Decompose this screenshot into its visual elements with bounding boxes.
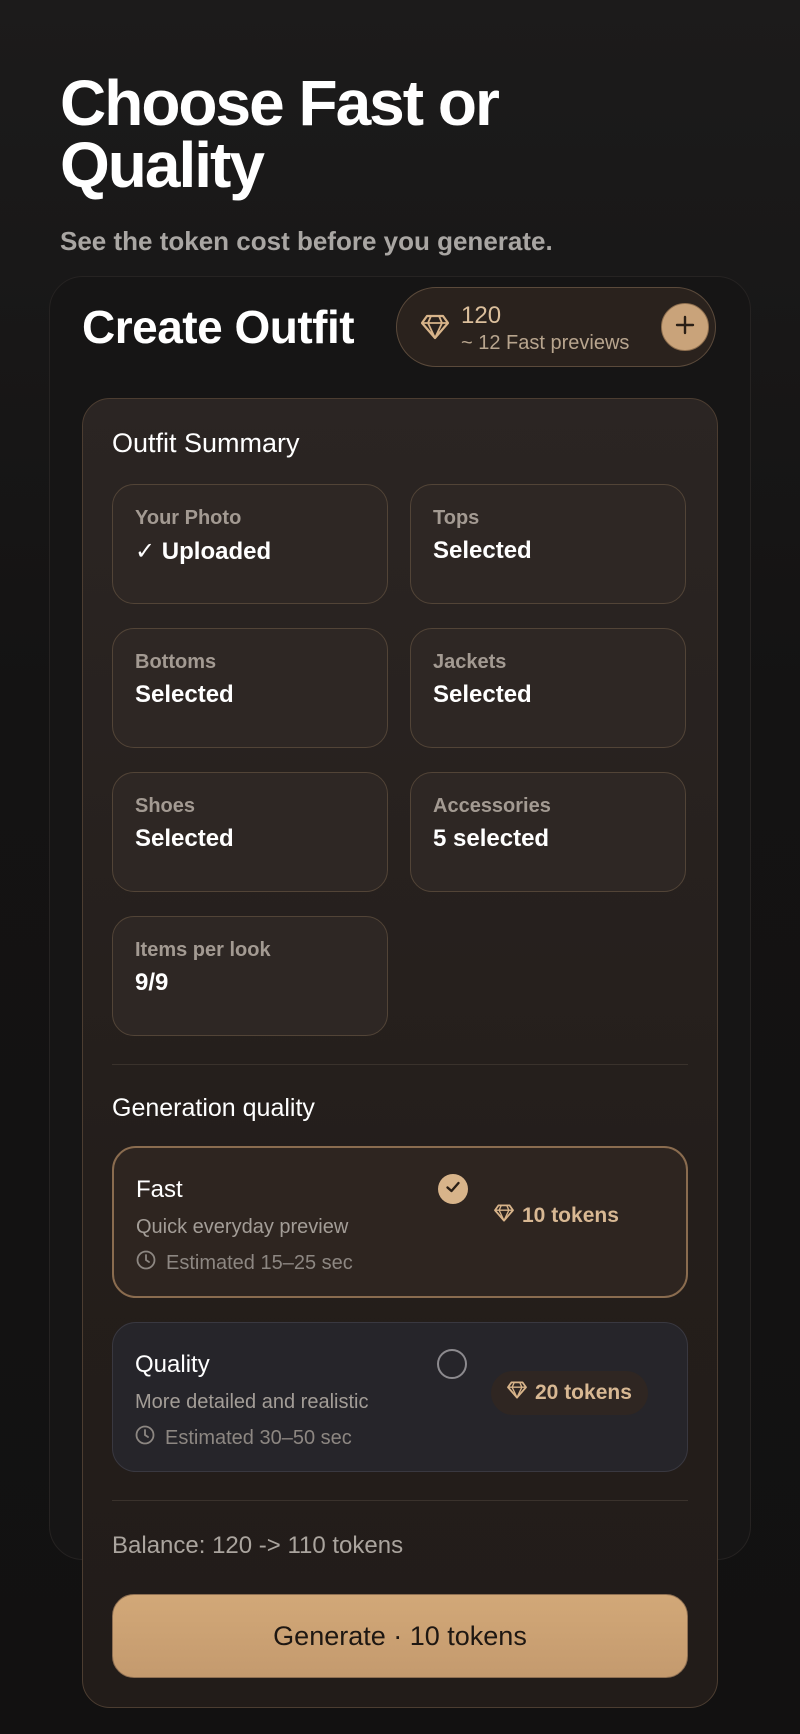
summary-tile-bottoms[interactable]: Bottoms Selected [112, 628, 388, 748]
screen-title: Create Outfit [82, 301, 355, 353]
tile-label: Jackets [433, 651, 507, 673]
clock-icon [135, 1425, 155, 1451]
tile-label: Tops [433, 507, 480, 529]
cost-text: 20 tokens [535, 1381, 632, 1404]
token-balance-note: ~ 12 Fast previews [461, 332, 630, 354]
divider [112, 1064, 688, 1065]
option-estimate: Estimated 15–25 sec [136, 1250, 353, 1276]
tile-value: Selected [135, 825, 234, 852]
tile-value: Selected [433, 681, 532, 708]
summary-tile-shoes[interactable]: Shoes Selected [112, 772, 388, 892]
radio-selected[interactable] [438, 1174, 468, 1204]
tile-value: Selected [135, 681, 234, 708]
tile-value: 5 selected [433, 825, 550, 852]
option-description: Quick everyday preview [136, 1216, 349, 1238]
option-name: Fast [136, 1176, 183, 1203]
hero-subtitle: See the token cost before you generate. [60, 226, 553, 256]
diamond-icon [507, 1381, 527, 1405]
tile-label: Shoes [135, 795, 196, 817]
tile-label: Accessories [433, 795, 551, 817]
summary-tile-accessories[interactable]: Accessories 5 selected [410, 772, 686, 892]
quality-option-fast[interactable]: Fast Quick everyday preview Estimated 15… [112, 1146, 688, 1298]
cost-text: 10 tokens [522, 1204, 619, 1227]
tile-value: Selected [433, 537, 532, 564]
hero-title: Choose Fast or Quality [60, 67, 500, 201]
tile-label: Items per look [135, 939, 271, 961]
generation-quality-title: Generation quality [112, 1094, 315, 1122]
option-cost: 10 tokens [494, 1204, 619, 1228]
diamond-icon [494, 1204, 514, 1228]
summary-tile-items-per-look: Items per look 9/9 [112, 916, 388, 1036]
option-cost: 20 tokens [491, 1371, 648, 1415]
diamond-icon [420, 314, 450, 345]
outfit-summary-title: Outfit Summary [112, 428, 300, 458]
summary-tile-tops[interactable]: Tops Selected [410, 484, 686, 604]
add-tokens-button[interactable] [661, 303, 709, 351]
page: Choose Fast or Quality See the token cos… [0, 0, 800, 1734]
check-icon [444, 1178, 462, 1201]
balance-change-text: Balance: 120 -> 110 tokens [112, 1532, 404, 1559]
option-description: More detailed and realistic [135, 1391, 369, 1413]
clock-icon [136, 1250, 156, 1276]
radio-unselected[interactable] [437, 1349, 467, 1379]
tile-label: Bottoms [135, 651, 217, 673]
quality-option-quality[interactable]: Quality More detailed and realistic Esti… [112, 1322, 688, 1472]
tile-value: ✓ Uploaded [135, 538, 272, 565]
token-balance-amount: 120 [461, 302, 502, 329]
option-name: Quality [135, 1351, 210, 1378]
divider [112, 1500, 688, 1501]
summary-tile-jackets[interactable]: Jackets Selected [410, 628, 686, 748]
token-balance-pill: 120 ~ 12 Fast previews [396, 287, 716, 367]
estimate-text: Estimated 30–50 sec [165, 1426, 352, 1449]
summary-tile-photo[interactable]: Your Photo ✓ Uploaded [112, 484, 388, 604]
option-estimate: Estimated 30–50 sec [135, 1425, 352, 1451]
estimate-text: Estimated 15–25 sec [166, 1251, 353, 1274]
generate-button[interactable]: Generate · 10 tokens [112, 1594, 688, 1678]
tile-value: 9/9 [135, 969, 169, 996]
plus-icon [674, 312, 696, 342]
tile-label: Your Photo [135, 507, 242, 529]
